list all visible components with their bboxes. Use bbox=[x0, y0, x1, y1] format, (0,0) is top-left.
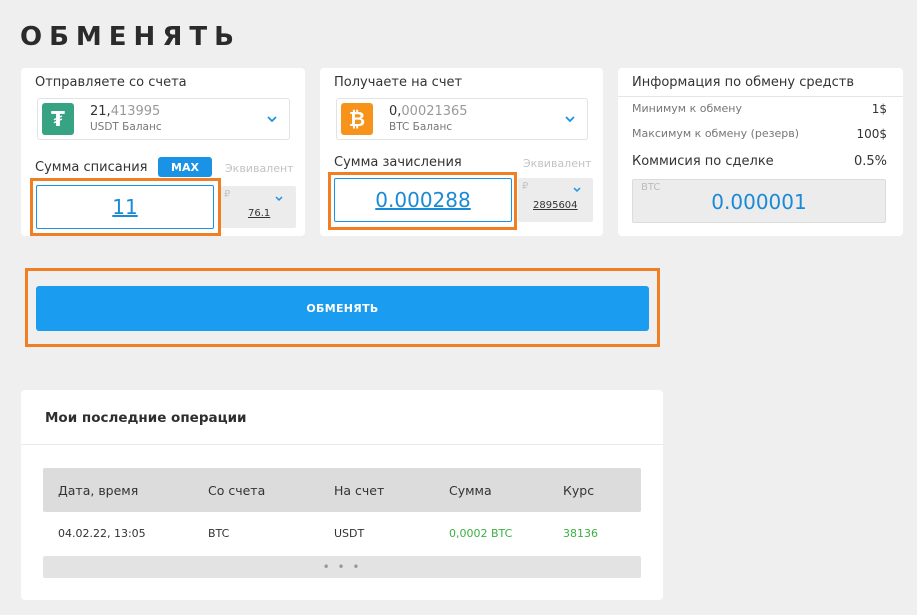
chevron-down-icon bbox=[573, 187, 581, 193]
max-button[interactable]: MAX bbox=[158, 157, 212, 177]
exchange-button[interactable]: ОБМЕНЯТЬ bbox=[36, 286, 649, 331]
max-label: Максимум к обмену (резерв) bbox=[632, 127, 800, 140]
row-to: USDT bbox=[334, 527, 365, 540]
receive-equivalent-box[interactable]: ₽ 2895604 bbox=[518, 178, 593, 222]
row-amount: 0,0002 BTC bbox=[449, 527, 513, 540]
chevron-down-icon bbox=[275, 196, 283, 202]
receive-account-select[interactable]: ₿ 0,00021365 BTC Баланс bbox=[336, 98, 588, 140]
receive-amount-label: Сумма зачисления bbox=[334, 155, 462, 170]
col-rate: Курс bbox=[563, 483, 595, 498]
send-balance: 21,413995 bbox=[90, 104, 161, 119]
fee-label: Коммисия по сделке bbox=[632, 154, 774, 169]
row-rate: 38136 bbox=[563, 527, 598, 540]
operations-title: Мои последние операции bbox=[45, 410, 247, 426]
send-equivalent-value: 76.1 bbox=[248, 208, 271, 219]
info-title: Информация по обмену средств bbox=[632, 75, 855, 90]
min-label: Минимум к обмену bbox=[632, 102, 743, 115]
operations-card: Мои последние операции Дата, время Со сч… bbox=[21, 390, 663, 600]
info-fee-row: Коммисия по сделке 0.5% bbox=[632, 154, 887, 169]
chevron-down-icon bbox=[565, 116, 575, 123]
receive-amount-input[interactable]: 0.000288 bbox=[334, 178, 512, 222]
send-amount-label: Сумма списания bbox=[35, 160, 148, 175]
info-divider bbox=[618, 96, 903, 97]
receive-account-label: Получаете на счет bbox=[334, 75, 463, 90]
fee-value: 0.5% bbox=[853, 154, 887, 169]
tether-icon: ₮ bbox=[42, 103, 74, 135]
show-more-button[interactable]: • • • bbox=[43, 556, 641, 578]
max-value: 100$ bbox=[856, 127, 887, 141]
fee-amount-box: BTC 0.000001 bbox=[632, 179, 886, 223]
min-value: 1$ bbox=[871, 102, 887, 116]
send-amount-input[interactable]: 11 bbox=[36, 185, 214, 229]
receive-equivalent-label: Эквивалент bbox=[523, 157, 592, 170]
col-to: На счет bbox=[334, 483, 385, 498]
page-title: ОБМЕНЯТЬ bbox=[20, 22, 241, 52]
bitcoin-icon: ₿ bbox=[341, 103, 373, 135]
row-datetime: 04.02.22, 13:05 bbox=[58, 527, 146, 540]
send-balance-caption: USDT Баланс bbox=[90, 121, 162, 133]
col-amount: Сумма bbox=[449, 483, 492, 498]
receive-balance-caption: BTC Баланс bbox=[389, 121, 453, 133]
info-max-row: Максимум к обмену (резерв) 100$ bbox=[632, 127, 887, 141]
info-card: Информация по обмену средств Минимум к о… bbox=[618, 68, 903, 236]
col-from: Со счета bbox=[208, 483, 266, 498]
send-equivalent-label: Эквивалент bbox=[225, 162, 294, 175]
ruble-icon: ₽ bbox=[522, 181, 529, 192]
chevron-down-icon bbox=[267, 116, 277, 123]
send-account-select[interactable]: ₮ 21,413995 USDT Баланс bbox=[37, 98, 290, 140]
send-equivalent-box[interactable]: ₽ 76.1 bbox=[220, 186, 296, 228]
receive-equivalent-value: 2895604 bbox=[533, 200, 578, 211]
fee-amount: 0.000001 bbox=[711, 190, 807, 214]
col-datetime: Дата, время bbox=[58, 483, 139, 498]
info-min-row: Минимум к обмену 1$ bbox=[632, 102, 887, 116]
receive-balance: 0,00021365 bbox=[389, 104, 468, 119]
ruble-icon: ₽ bbox=[224, 189, 231, 200]
send-account-label: Отправляете со счета bbox=[35, 75, 187, 90]
operations-table-header: Дата, время Со счета На счет Сумма Курс bbox=[43, 468, 641, 512]
row-from: BTC bbox=[208, 527, 230, 540]
operations-divider bbox=[21, 444, 663, 445]
